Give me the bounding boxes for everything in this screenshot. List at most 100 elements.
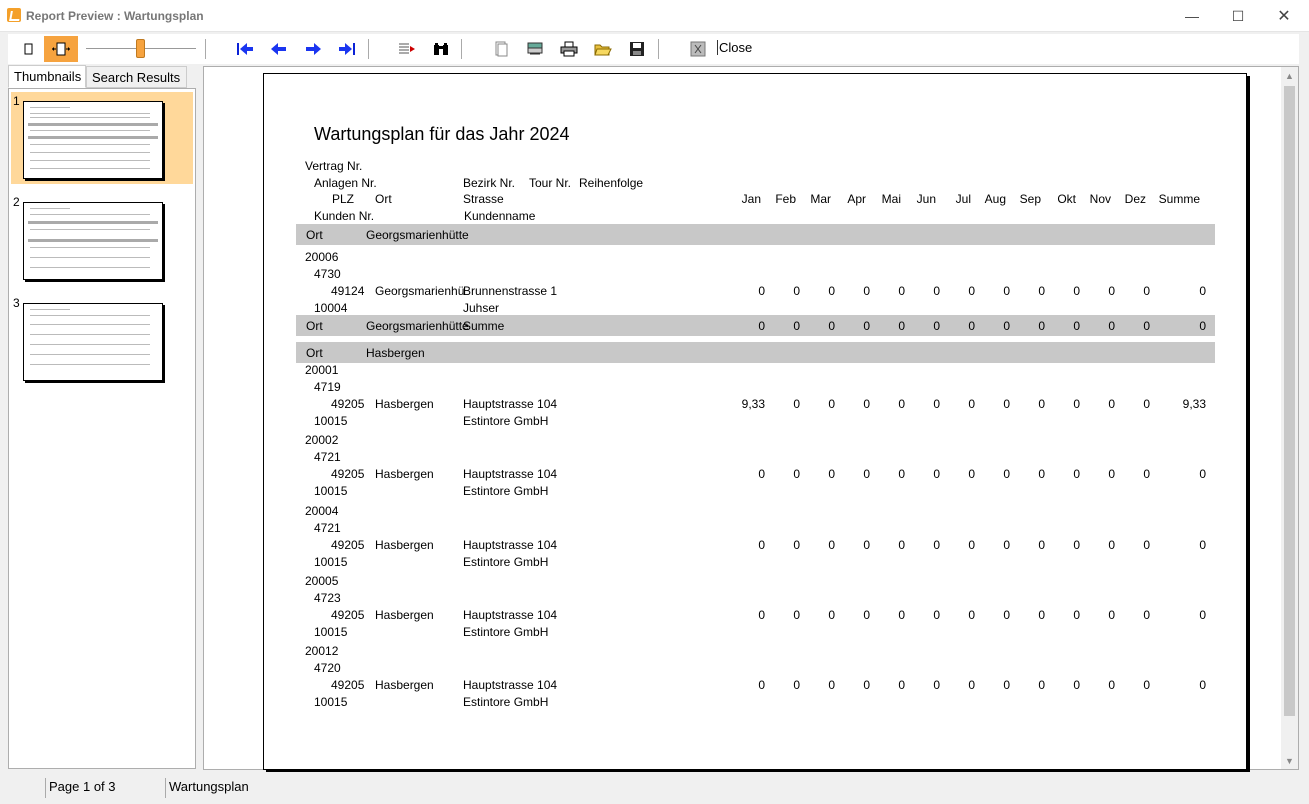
month-value: 0 [968,397,975,411]
folder-open-icon [594,44,612,56]
minimize-button[interactable]: — [1169,0,1215,32]
record-summe: 9,33 [1182,397,1206,411]
single-page-icon [24,43,33,55]
goto-page-button[interactable] [394,36,420,62]
status-bar: Page 1 of 3 Wartungsplan [0,772,1309,804]
close-window-button[interactable]: ✕ [1261,0,1307,32]
toolbar-separator [368,39,369,59]
toolbar-separator [658,39,659,59]
record-plz: 49205 [331,608,365,622]
thumbnail-image [23,202,163,280]
month-value: 0 [863,284,870,298]
thumbnail-image [23,101,163,179]
group-ort: Hasbergen [366,346,425,360]
report-page: Wartungsplan für das Jahr 2024 Vertrag N… [263,73,1247,770]
month-value: 0 [758,319,765,333]
header-bezirk: Bezirk Nr. [463,176,516,190]
print-button[interactable] [556,36,582,62]
month-value: 0 [898,467,905,481]
tab-thumbnails[interactable]: Thumbnails [8,65,86,88]
thumbnail-page-2[interactable]: 2 [11,193,193,285]
thumbnail-page-3[interactable]: 3 [11,294,193,386]
scroll-up-icon[interactable]: ▲ [1281,67,1298,84]
month-value: 0 [898,319,905,333]
record-summe: 0 [1199,678,1206,692]
record-kunde: 10015 [314,555,348,569]
total-summe-label: Summe [463,319,505,333]
close-button[interactable]: Close [717,40,752,55]
vertical-scrollbar[interactable]: ▲ ▼ [1281,67,1298,769]
tab-search-results[interactable]: Search Results [86,66,187,88]
floppy-disk-icon [630,42,644,56]
record-kundenname: Estintore GmbH [463,695,549,709]
export-button[interactable] [522,36,548,62]
first-page-button[interactable] [232,36,258,62]
report-title: Wartungsplan für das Jahr 2024 [314,124,570,144]
header-month: Dez [1124,192,1146,206]
header-anlagen: Anlagen Nr. [314,176,377,190]
record-kunde: 10015 [314,484,348,498]
zoom-slider-thumb[interactable] [136,39,145,58]
next-page-button[interactable] [300,36,326,62]
month-value: 0 [828,319,835,333]
month-value: 0 [1073,608,1080,622]
scroll-down-icon[interactable]: ▼ [1281,752,1298,769]
record-summe: 0 [1199,608,1206,622]
month-value: 0 [933,538,940,552]
month-value: 0 [1108,678,1115,692]
month-value: 0 [898,284,905,298]
scrollbar-thumb[interactable] [1284,86,1295,716]
month-value: 0 [1073,678,1080,692]
save-button[interactable] [624,36,650,62]
header-plz: PLZ [332,192,355,206]
record-kundenname: Estintore GmbH [463,414,549,428]
record-anlage: 4721 [314,450,341,464]
month-value: 0 [758,608,765,622]
month-value: 0 [1038,397,1045,411]
month-value: 0 [1038,319,1045,333]
month-value: 0 [1108,397,1115,411]
month-value: 0 [1003,538,1010,552]
group-header-band [296,342,1215,363]
record-ort: Georgsmarienhü [375,284,465,298]
month-value: 0 [1003,319,1010,333]
previous-page-button[interactable] [266,36,292,62]
month-value: 0 [933,467,940,481]
record-plz: 49205 [331,397,365,411]
record-vertrag: 20004 [305,504,339,518]
month-value: 0 [758,678,765,692]
month-value: 0 [1073,538,1080,552]
month-value: 0 [1003,608,1010,622]
month-value: 0 [1108,319,1115,333]
last-page-button[interactable] [334,36,360,62]
record-anlage: 4721 [314,521,341,535]
month-value: 0 [968,678,975,692]
month-value: 0 [968,467,975,481]
month-value: 0 [898,608,905,622]
month-value: 0 [1108,284,1115,298]
next-page-icon [306,43,321,55]
close-preview-icon-button[interactable] [685,36,711,62]
search-button[interactable] [428,36,454,62]
fit-width-button[interactable] [44,36,78,62]
month-value: 0 [863,608,870,622]
header-month: Aug [984,192,1006,206]
thumbnail-page-1[interactable]: 1 [11,92,193,184]
export-icon [527,42,543,55]
header-month: Jul [955,192,971,206]
header-month: Okt [1057,192,1076,206]
exit-icon [690,41,706,57]
thumbnail-number: 1 [13,94,20,108]
single-page-button[interactable] [16,36,42,62]
open-button[interactable] [590,36,616,62]
maximize-button[interactable]: ☐ [1215,0,1261,32]
header-vertrag: Vertrag Nr. [305,159,363,173]
toolbar-separator [205,39,206,59]
record-vertrag: 20012 [305,644,339,658]
record-anlage: 4730 [314,267,341,281]
month-value: 0 [1073,397,1080,411]
month-value: 0 [933,608,940,622]
page-setup-button[interactable] [488,36,514,62]
header-month: Jan [741,192,761,206]
record-kundenname: Estintore GmbH [463,625,549,639]
